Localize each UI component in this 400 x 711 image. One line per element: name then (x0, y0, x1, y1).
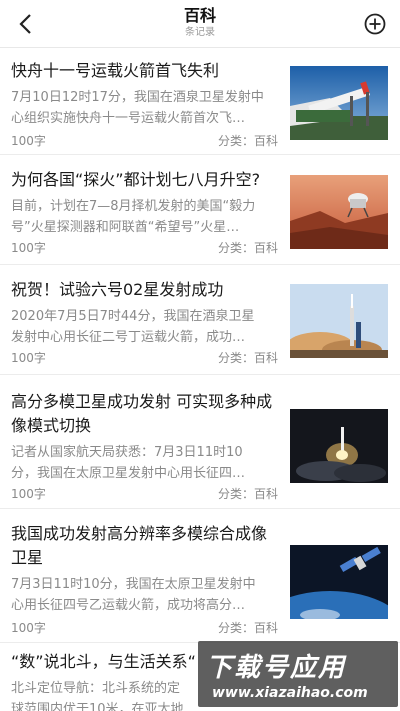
item-summary-line: 2020年7月5日7时44分，我国在酒泉卫星 (11, 309, 255, 324)
list-item[interactable]: 高分多模卫星成功发射 可实现多种成 像模式切换 记者从国家航天局获悉：7月3日1… (0, 376, 400, 509)
item-summary-line: 发射中心用长征二号丁运载火箭，成功… (11, 330, 246, 345)
item-title-line: 卫星 (11, 548, 44, 567)
top-bar: 百科 条记录 (0, 0, 400, 48)
add-button[interactable] (360, 9, 390, 39)
plus-circle-icon (364, 13, 386, 35)
list-item[interactable]: 为何各国“探火”都计划七八月升空? 目前，计划在7—8月择机发射的美国“毅力 号… (0, 156, 400, 265)
item-summary-line: 记者从国家航天局获悉：7月3日11时10 (11, 445, 243, 460)
item-summary-line: 心组织实施快舟十一号运载火箭首次飞… (11, 111, 246, 126)
thumbnail-rocket-liftoff (290, 284, 388, 358)
item-summary: 2020年7月5日7时44分，我国在酒泉卫星 发射中心用长征二号丁运载火箭，成功… (11, 306, 279, 348)
word-count: 100字 (11, 134, 46, 148)
watermark-logo: 下载号应用 www.xiazaihao.com (198, 641, 398, 707)
category-label: 分类：百科 (217, 134, 278, 148)
page-title-block: 百科 条记录 (100, 6, 300, 40)
item-summary-line: 号”火星探测器和阿联酋“希望号”火星… (11, 220, 240, 235)
word-count: 100字 (11, 487, 46, 501)
item-title: 快舟十一号运载火箭首飞失利 (11, 61, 220, 80)
word-count: 100字 (11, 241, 46, 255)
category-label: 分类：百科 (217, 241, 278, 255)
chevron-left-icon (19, 14, 31, 34)
item-summary: 7月10日12时17分，我国在酒泉卫星发射中 心组织实施快舟十一号运载火箭首次飞… (11, 87, 279, 129)
watermark-text: 下载号应用 (206, 653, 347, 683)
item-summary: 记者从国家航天局获悉：7月3日11时10 分，我国在太原卫星发射中心用长征四… (11, 442, 279, 484)
item-title: 为何各国“探火”都计划七八月升空? (11, 170, 261, 189)
item-summary-line: 目前，计划在7—8月择机发射的美国“毅力 (11, 199, 256, 214)
item-summary: 目前，计划在7—8月择机发射的美国“毅力 号”火星探测器和阿联酋“希望号”火星… (11, 196, 279, 238)
record-count-label: 条记录 (185, 27, 215, 38)
thumbnail-night-launch (290, 409, 388, 483)
thumbnail-rocket-launchpad (290, 66, 388, 140)
watermark-url: www.xiazaihao.com (212, 685, 368, 701)
thumbnail-satellite-earth (290, 545, 388, 619)
item-title: 高分多模卫星成功发射 可实现多种成 像模式切换 (11, 390, 279, 438)
item-title: 祝贺！试验六号02星发射成功 (11, 280, 224, 299)
back-button[interactable] (10, 8, 40, 40)
item-summary-line: 7月10日12时17分，我国在酒泉卫星发射中 (11, 90, 264, 105)
item-title: 我国成功发射高分辨率多模综合成像 卫星 (11, 522, 279, 570)
item-title-line: 高分多模卫星成功发射 可实现多种成 (11, 392, 273, 411)
item-summary: 7月3日11时10分，我国在太原卫星发射中 心用长征四号乙运载火箭，成功将高分… (11, 574, 279, 616)
item-title-line: 我国成功发射高分辨率多模综合成像 (11, 524, 268, 543)
category-label: 分类：百科 (217, 351, 278, 365)
category-label: 分类：百科 (217, 487, 278, 501)
word-count: 100字 (11, 621, 46, 635)
page-title: 百科 (183, 6, 216, 25)
item-summary-line: 心用长征四号乙运载火箭，成功将高分… (11, 598, 246, 613)
thumbnail-mars-lander (290, 175, 388, 249)
category-label: 分类：百科 (217, 621, 278, 635)
item-summary-line: 7月3日11时10分，我国在太原卫星发射中 (11, 577, 256, 592)
word-count: 100字 (11, 351, 46, 365)
list-item[interactable]: 快舟十一号运载火箭首飞失利 7月10日12时17分，我国在酒泉卫星发射中 心组织… (0, 49, 400, 155)
list-item[interactable]: 我国成功发射高分辨率多模综合成像 卫星 7月3日11时10分，我国在太原卫星发射… (0, 510, 400, 643)
item-summary-line: 分，我国在太原卫星发射中心用长征四… (11, 466, 246, 481)
item-title-line: 像模式切换 (11, 416, 92, 435)
list-item[interactable]: 祝贺！试验六号02星发射成功 2020年7月5日7时44分，我国在酒泉卫星 发射… (0, 266, 400, 375)
